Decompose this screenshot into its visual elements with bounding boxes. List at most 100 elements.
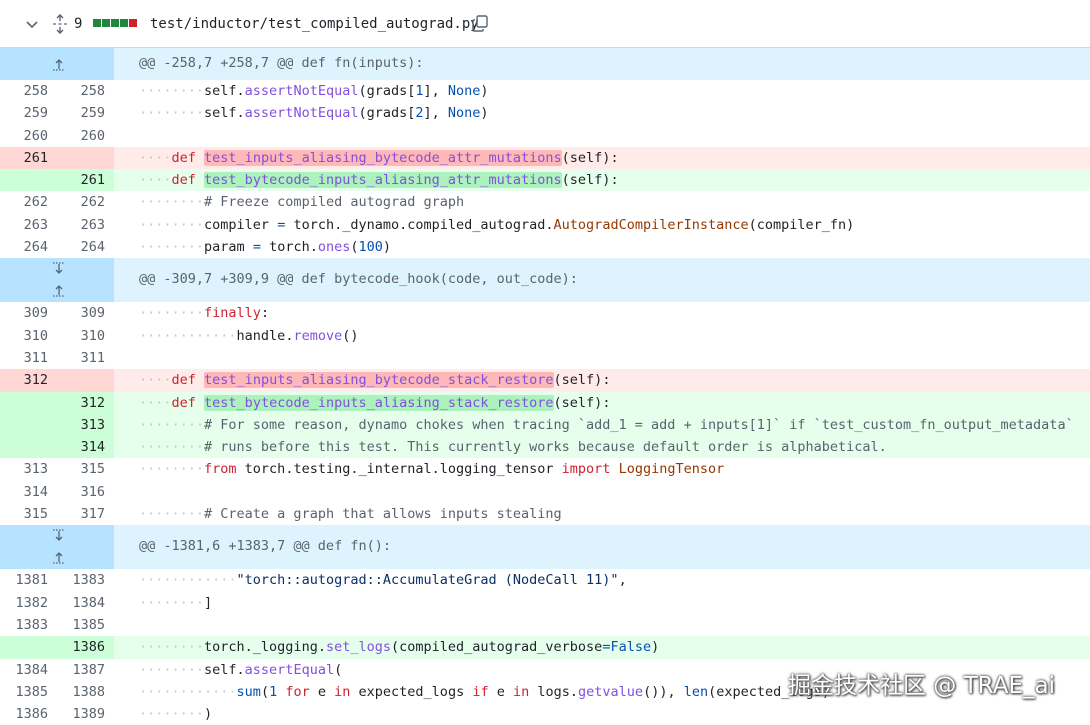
new-line-number[interactable]: 258 xyxy=(57,80,114,102)
old-line-number[interactable]: 263 xyxy=(0,214,57,236)
expand-up-icon[interactable] xyxy=(50,55,68,71)
new-line-number[interactable]: 262 xyxy=(57,191,114,213)
new-line-number[interactable]: 261 xyxy=(57,169,114,192)
code-line: ········param = torch.ones(100) xyxy=(139,239,392,256)
unfold-icon[interactable] xyxy=(52,14,68,34)
code-line: ········# runs before this test. This cu… xyxy=(139,436,1090,459)
code-line: ········# Create a graph that allows inp… xyxy=(139,506,562,523)
diff-line-added: 314 ········# runs before this test. This… xyxy=(0,436,1090,459)
changes-count: 9 xyxy=(74,16,83,32)
expand-up-icon[interactable] xyxy=(50,548,68,564)
hunk-header: @@ -1381,6 +1383,7 @@ def fn(): xyxy=(0,525,1090,570)
diffstat-square xyxy=(120,19,128,27)
code-line: ········self.assertNotEqual(grads[1], No… xyxy=(139,83,489,99)
old-line-number[interactable]: 311 xyxy=(0,347,57,369)
diffstat-bars xyxy=(93,19,137,27)
old-line-number[interactable]: 1382 xyxy=(0,592,57,614)
old-line-number[interactable]: 310 xyxy=(0,325,57,347)
old-line-number[interactable]: 1381 xyxy=(0,569,57,591)
new-line-number[interactable]: 314 xyxy=(57,436,114,459)
new-line-number[interactable]: 312 xyxy=(57,391,114,414)
new-line-number[interactable]: 1387 xyxy=(57,659,114,681)
diff-line: 1383 1385 xyxy=(0,614,1090,636)
old-line-number[interactable]: 264 xyxy=(0,236,57,258)
code-line: ····def test_inputs_aliasing_bytecode_at… xyxy=(139,146,1090,170)
hunk-header: @@ -258,7 +258,7 @@ def fn(inputs): xyxy=(0,48,1090,80)
new-line-number[interactable]: 315 xyxy=(57,458,114,480)
code-line: ············"torch::autograd::Accumulate… xyxy=(139,572,627,589)
diff-line: 1382 1384 ········] xyxy=(0,592,1090,614)
old-line-number[interactable] xyxy=(0,436,57,459)
diff-line: 260 260 xyxy=(0,125,1090,147)
hunk-header-text: @@ -1381,6 +1383,7 @@ def fn(): xyxy=(139,538,391,555)
old-line-number[interactable]: 314 xyxy=(0,481,57,503)
new-line-number[interactable]: 260 xyxy=(57,125,114,147)
new-line-number[interactable]: 310 xyxy=(57,325,114,347)
new-line-number[interactable]: 1389 xyxy=(57,703,114,725)
old-line-number[interactable]: 1383 xyxy=(0,614,57,636)
new-line-number[interactable]: 263 xyxy=(57,214,114,236)
diff-line: 263 263 ········compiler = torch._dynamo.c… xyxy=(0,214,1090,236)
new-line-number[interactable]: 1385 xyxy=(57,614,114,636)
chevron-down-icon[interactable] xyxy=(25,17,39,31)
new-line-number[interactable]: 313 xyxy=(57,413,114,437)
old-line-number[interactable] xyxy=(0,169,57,192)
new-line-number[interactable]: 259 xyxy=(57,102,114,124)
hunk-header-text: @@ -309,7 +309,9 @@ def bytecode_hook(co… xyxy=(139,271,578,288)
diff-line: 313 315 ········from torch.testing._intern… xyxy=(0,458,1090,480)
expand-down-icon[interactable] xyxy=(50,262,68,278)
code-line: ········self.assertNotEqual(grads[2], No… xyxy=(139,105,489,122)
old-line-number[interactable]: 309 xyxy=(0,302,57,324)
new-line-number[interactable]: 317 xyxy=(57,503,114,525)
diff-line: 259 259 ········self.assertNotEqual(grads[… xyxy=(0,102,1090,124)
old-line-number[interactable]: 1384 xyxy=(0,659,57,681)
new-line-number[interactable] xyxy=(57,146,114,170)
old-line-number[interactable]: 260 xyxy=(0,125,57,147)
diff-line: 310 310 ············handle.remove() xyxy=(0,325,1090,347)
old-line-number[interactable]: 261 xyxy=(0,146,57,170)
old-line-number[interactable] xyxy=(0,391,57,414)
old-line-number[interactable]: 313 xyxy=(0,458,57,480)
diffstat-square xyxy=(102,19,110,27)
new-line-number[interactable]: 316 xyxy=(57,481,114,503)
new-line-number[interactable]: 311 xyxy=(57,347,114,369)
new-line-number[interactable]: 1383 xyxy=(57,569,114,591)
diff-line: 262 262 ········# Freeze compiled autograd… xyxy=(0,191,1090,213)
new-line-number[interactable]: 309 xyxy=(57,302,114,324)
old-line-number[interactable]: 1386 xyxy=(0,703,57,725)
expand-up-icon[interactable] xyxy=(50,281,68,297)
diff-line: 314 316 xyxy=(0,481,1090,503)
new-line-number[interactable]: 264 xyxy=(57,236,114,258)
hunk-header: @@ -309,7 +309,9 @@ def bytecode_hook(co… xyxy=(0,258,1090,303)
old-line-number[interactable]: 262 xyxy=(0,191,57,213)
code-line: ········) xyxy=(139,706,213,723)
expand-down-icon[interactable] xyxy=(50,529,68,545)
diff-line: 1386 1389 ········) xyxy=(0,703,1090,725)
file-header: 9 test/inductor/test_compiled_autograd.p… xyxy=(0,0,1090,48)
watermark: 掘金技术社区 @ TRAE_ai xyxy=(788,673,1055,699)
new-line-number[interactable]: 1384 xyxy=(57,592,114,614)
old-line-number[interactable]: 312 xyxy=(0,369,57,392)
new-line-number[interactable]: 1386 xyxy=(57,636,114,659)
old-line-number[interactable]: 258 xyxy=(0,80,57,102)
diff-line-added: 313 ········# For some reason, dynamo cho… xyxy=(0,413,1090,437)
file-path[interactable]: test/inductor/test_compiled_autograd.py xyxy=(150,15,479,33)
new-line-number[interactable]: 1388 xyxy=(57,681,114,703)
old-line-number[interactable]: 1385 xyxy=(0,681,57,703)
code-line: ········# For some reason, dynamo chokes… xyxy=(139,413,1090,437)
diff-line-removed: 312 ····def test_inputs_aliasing_bytecode… xyxy=(0,369,1090,392)
old-line-number[interactable]: 315 xyxy=(0,503,57,525)
copy-icon[interactable] xyxy=(472,15,488,32)
diff-line: 311 311 xyxy=(0,347,1090,369)
code-line: ····def test_bytecode_inputs_aliasing_st… xyxy=(139,391,1090,414)
old-line-number[interactable]: 259 xyxy=(0,102,57,124)
diffstat-square xyxy=(129,19,137,27)
code-line: ········from torch.testing._internal.log… xyxy=(139,461,725,478)
code-line: ····def test_inputs_aliasing_bytecode_st… xyxy=(139,369,1090,392)
old-line-number[interactable] xyxy=(0,636,57,659)
hunk-header-text: @@ -258,7 +258,7 @@ def fn(inputs): xyxy=(139,55,424,71)
old-line-number[interactable] xyxy=(0,413,57,437)
diff-line-added: 312 ····def test_bytecode_inputs_aliasing… xyxy=(0,391,1090,414)
new-line-number[interactable] xyxy=(57,369,114,392)
